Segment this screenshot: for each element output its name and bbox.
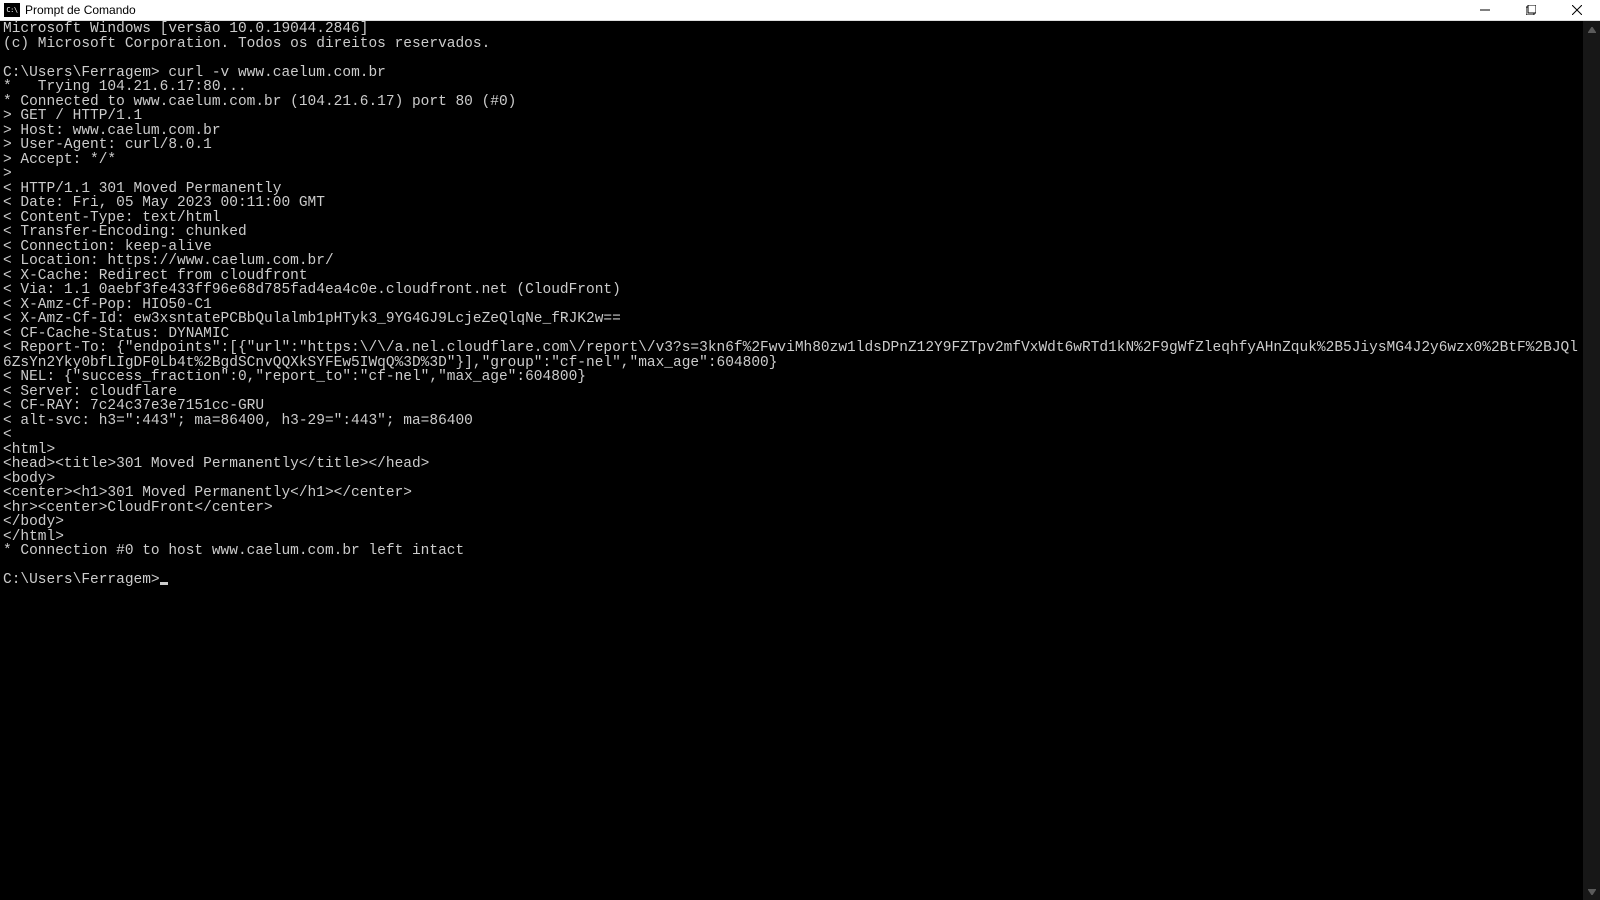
terminal-line: (c) Microsoft Corporation. Todos os dire… [3,36,490,52]
cmd-icon: C:\ [4,3,20,17]
scrollbar[interactable] [1583,21,1600,900]
title-bar[interactable]: C:\ Prompt de Comando [0,0,1600,21]
terminal-line: < Report-To: {"endpoints":[{"url":"https… [3,340,1578,371]
terminal-line: <head><title>301 Moved Permanently</titl… [3,456,429,472]
close-button[interactable] [1554,0,1600,20]
scroll-down-icon[interactable] [1583,883,1600,900]
minimize-button[interactable] [1462,0,1508,20]
cursor-icon [160,582,168,585]
terminal-line: < alt-svc: h3=":443"; ma=86400, h3-29=":… [3,413,473,429]
window-controls [1462,0,1600,20]
terminal-line: > Accept: */* [3,152,116,168]
scrollbar-track[interactable] [1583,38,1600,883]
terminal-output[interactable]: Microsoft Windows [versão 10.0.19044.284… [0,21,1583,900]
terminal-line: * Connection #0 to host www.caelum.com.b… [3,543,464,559]
prompt-path: C:\Users\Ferragem> [3,572,160,588]
window-title: Prompt de Comando [25,3,1462,17]
scroll-up-icon[interactable] [1583,21,1600,38]
maximize-button[interactable] [1508,0,1554,20]
terminal-container: Microsoft Windows [versão 10.0.19044.284… [0,21,1600,900]
